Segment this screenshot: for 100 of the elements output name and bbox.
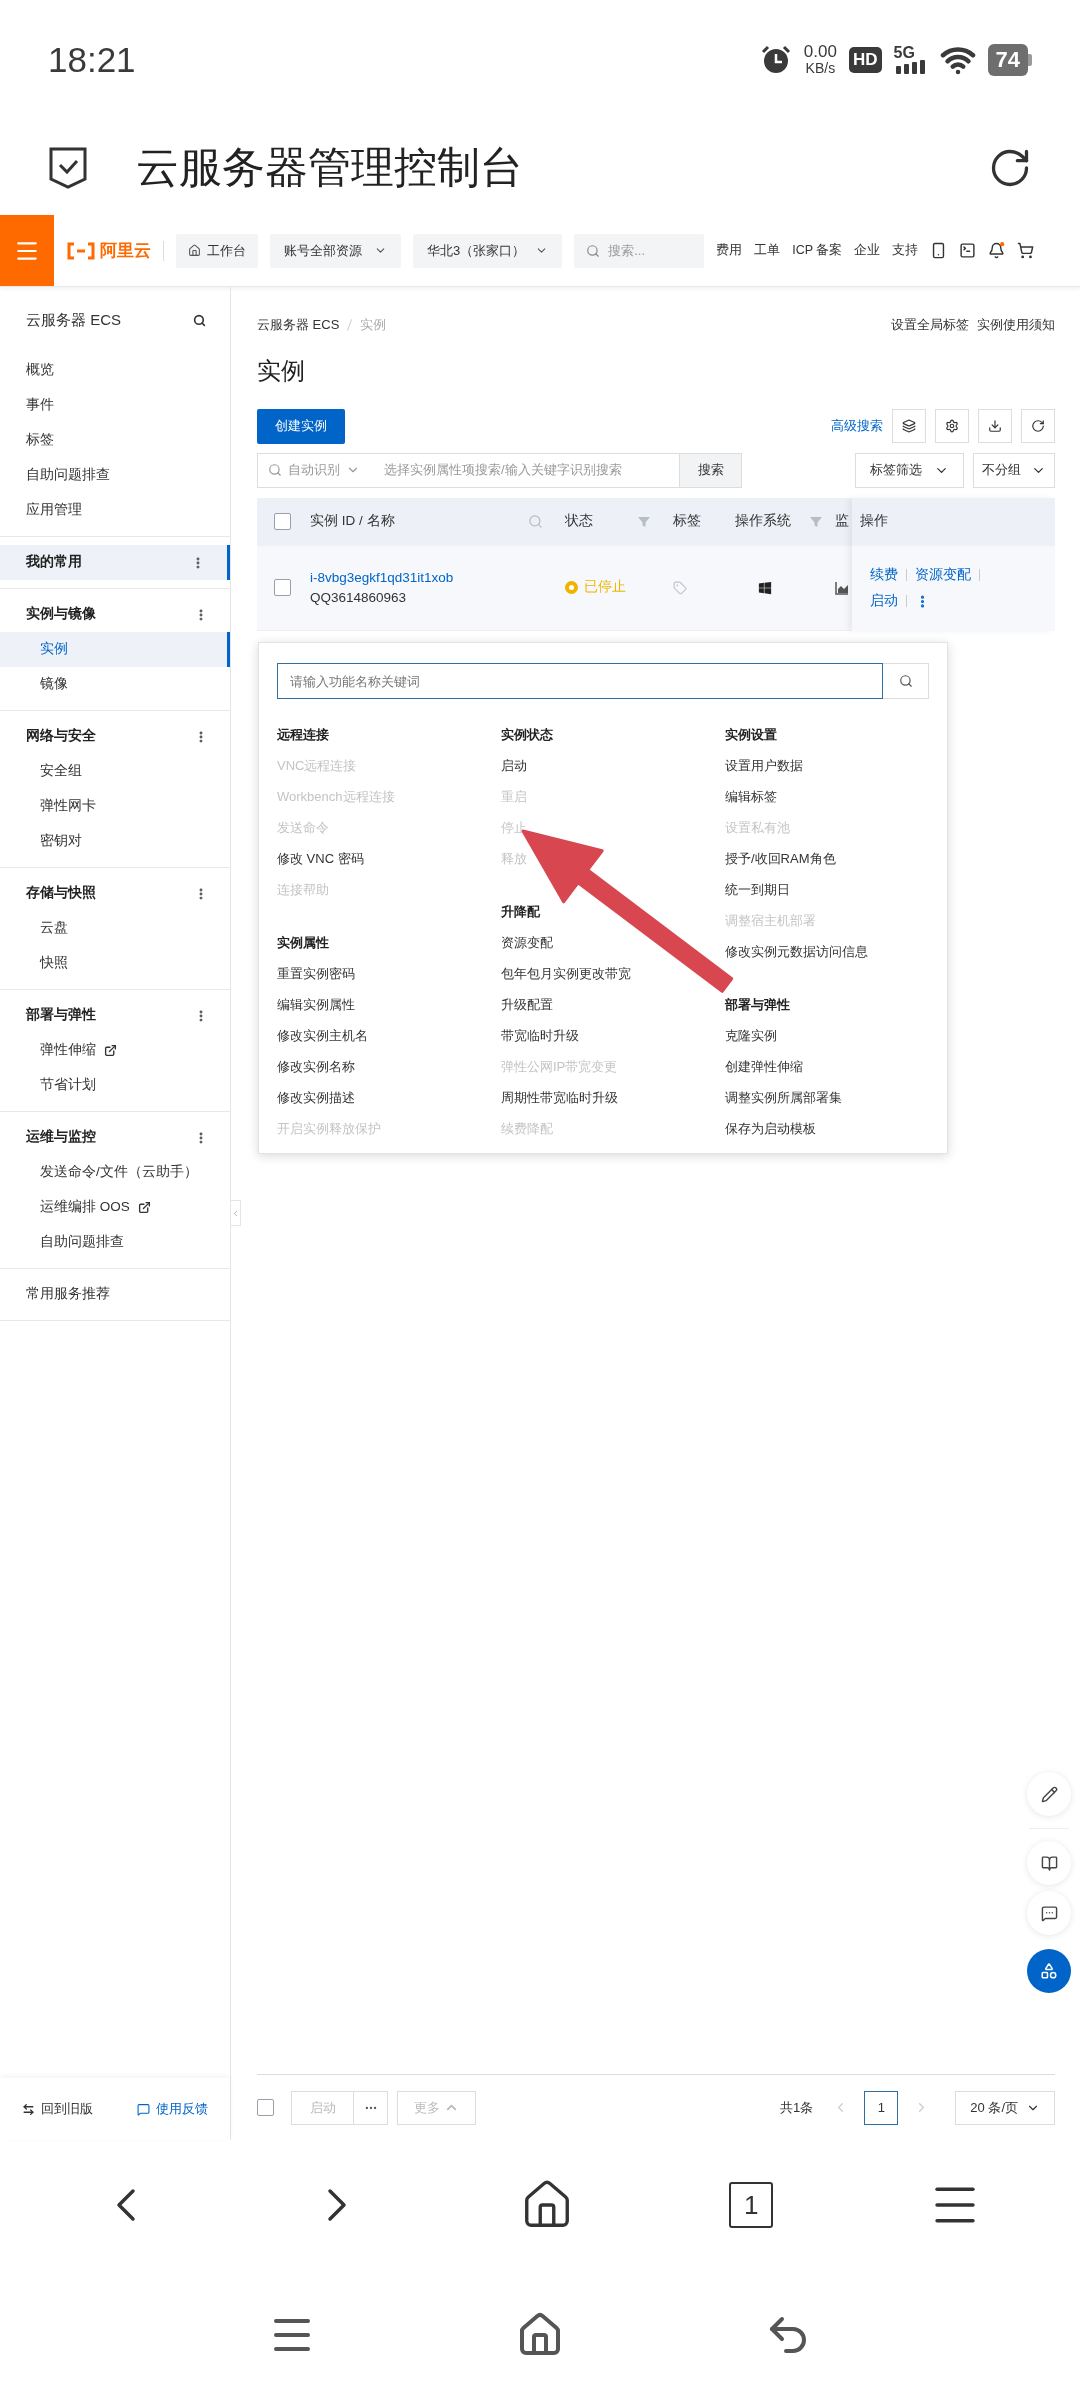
region-dropdown[interactable]: 华北3（张家口） — [413, 233, 563, 268]
search-icon[interactable] — [193, 313, 206, 327]
sidebar-item[interactable]: 云盘 — [0, 911, 230, 946]
menu-item[interactable]: 包年包月实例更改带宽 — [501, 963, 631, 984]
collapse-handle[interactable] — [231, 1200, 241, 1226]
menu-item[interactable]: 修改实例主机名 — [277, 1025, 368, 1046]
menu-item[interactable]: 升级配置 — [501, 994, 553, 1015]
sidebar-item[interactable]: 常用服务推荐 — [0, 1277, 230, 1312]
sidebar-group-header[interactable]: 部署与弹性 — [0, 998, 230, 1033]
feedback-link[interactable]: 使用反馈 — [137, 2099, 208, 2119]
sidebar-group-header[interactable]: 我的常用 — [0, 545, 230, 580]
start-link[interactable]: 启动 — [870, 591, 898, 612]
home-icon — [188, 244, 201, 257]
menu-item[interactable]: 资源变配 — [501, 932, 553, 953]
settings-button[interactable] — [935, 409, 969, 443]
sidebar-group-header[interactable]: 存储与快照 — [0, 876, 230, 911]
sidebar-item[interactable]: 概览 — [0, 353, 230, 388]
sidebar-item[interactable]: 实例 — [0, 632, 230, 667]
sidebar-item[interactable]: 应用管理 — [0, 493, 230, 528]
header-link[interactable]: 设置全局标签 — [891, 315, 969, 335]
column-header: 实例 ID / 名称 — [310, 512, 395, 531]
sidebar-item[interactable]: 运维编排 OOS — [0, 1190, 230, 1225]
terminal-icon[interactable] — [959, 242, 977, 259]
create-instance-button[interactable]: 创建实例 — [257, 408, 345, 444]
grouping-dropdown[interactable]: 不分组 — [973, 452, 1055, 488]
page-size-dropdown[interactable]: 20 条/页 — [955, 2090, 1055, 2125]
menu-item[interactable]: 克隆实例 — [725, 1025, 777, 1046]
old-version-link[interactable]: 回到旧版 — [22, 2099, 93, 2119]
workbench-button[interactable]: 工作台 — [176, 233, 258, 268]
guide-button[interactable] — [1027, 1841, 1071, 1885]
checkbox[interactable] — [257, 2099, 274, 2116]
menu-item[interactable]: 编辑标签 — [725, 786, 777, 807]
menu-section-heading: 升降配 — [501, 902, 540, 921]
menu-item[interactable]: 修改实例元数据访问信息 — [725, 941, 868, 962]
nav-link[interactable]: ICP 备案 — [792, 241, 843, 260]
nav-link[interactable]: 工单 — [754, 241, 781, 260]
refresh-button[interactable] — [1021, 409, 1055, 443]
instance-search-field[interactable]: 选择实例属性项搜索/输入关键字识别搜索 — [384, 460, 669, 480]
page-button[interactable]: 1 — [864, 2090, 899, 2125]
sidebar-item[interactable]: 安全组 — [0, 754, 230, 789]
renew-link[interactable]: 续费 — [870, 564, 898, 585]
search-field[interactable]: 搜索... — [608, 240, 689, 261]
notification-icon[interactable] — [988, 242, 1006, 259]
menu-item[interactable]: 修改 VNC 密码 — [277, 848, 364, 869]
advanced-search-link[interactable]: 高级搜索 — [831, 416, 883, 436]
swap-icon — [22, 2102, 35, 2116]
sidebar-item[interactable]: 弹性网卡 — [0, 789, 230, 824]
page-title: 云服务器管理控制台 — [136, 142, 523, 194]
checkbox[interactable] — [274, 579, 291, 596]
chevron-left-icon — [231, 1208, 240, 1218]
search-icon — [898, 674, 913, 688]
resize-link[interactable]: 资源变配 — [915, 564, 971, 585]
sidebar-group-header[interactable]: 实例与镜像 — [0, 597, 230, 632]
sidebar-item[interactable]: 节省计划 — [0, 1068, 230, 1103]
nav-link[interactable]: 支持 — [892, 241, 919, 260]
breadcrumb-link[interactable]: 云服务器 ECS — [257, 315, 340, 335]
menu-item[interactable]: 设置用户数据 — [725, 755, 803, 776]
menu-item[interactable]: 修改实例名称 — [277, 1056, 355, 1077]
search-button[interactable]: 搜索 — [680, 452, 742, 488]
sidebar-item[interactable]: 事件 — [0, 388, 230, 423]
layers-button[interactable] — [892, 409, 926, 443]
nav-link[interactable]: 费用 — [716, 241, 743, 260]
cart-icon[interactable] — [1017, 242, 1035, 259]
sidebar-item[interactable]: 标签 — [0, 423, 230, 458]
chart-icon[interactable] — [835, 580, 849, 595]
download-icon — [988, 419, 1002, 433]
resource-dropdown[interactable]: 账号全部资源 — [270, 233, 401, 268]
menu-item[interactable]: 重置实例密码 — [277, 963, 355, 984]
sidebar-item[interactable]: 弹性伸缩 — [0, 1033, 230, 1068]
menu-item[interactable]: 周期性带宽临时升级 — [501, 1087, 618, 1108]
menu-item[interactable]: 创建弹性伸缩 — [725, 1056, 803, 1077]
tabs-button[interactable]: 1 — [729, 2182, 774, 2228]
menu-item[interactable]: 授予/收回RAM角色 — [725, 848, 836, 869]
column-header: 标签 — [673, 512, 701, 531]
menu-item[interactable]: 调整实例所属部署集 — [725, 1087, 842, 1108]
menu-item[interactable]: 统一到期日 — [725, 879, 790, 900]
sidebar-item[interactable]: 镜像 — [0, 667, 230, 702]
sidebar-item[interactable]: 密钥对 — [0, 824, 230, 859]
apps-button[interactable] — [1027, 1949, 1071, 1993]
chat-button[interactable] — [1027, 1891, 1071, 1935]
sidebar-item[interactable]: 快照 — [0, 946, 230, 981]
sidebar-item[interactable]: 自助问题排查 — [0, 1225, 230, 1260]
download-button[interactable] — [978, 409, 1012, 443]
search-bar[interactable]: 搜索... — [574, 233, 705, 268]
menu-item[interactable]: 编辑实例属性 — [277, 994, 355, 1015]
menu-item[interactable]: 启动 — [501, 755, 527, 776]
tag-filter-dropdown[interactable]: 标签筛选 — [855, 452, 964, 488]
sidebar-item[interactable]: 发送命令/文件（云助手） — [0, 1155, 230, 1190]
function-search-field[interactable]: 请输入功能名称关键词 — [277, 663, 883, 699]
instance-id-link[interactable]: i-8vbg3egkf1qd31it1xob — [310, 567, 555, 588]
checkbox[interactable] — [274, 513, 291, 530]
nav-link[interactable]: 企业 — [854, 241, 881, 260]
menu-item[interactable]: 修改实例描述 — [277, 1087, 355, 1108]
edit-button[interactable] — [1027, 1772, 1071, 1816]
sidebar-group-header[interactable]: 网络与安全 — [0, 719, 230, 754]
menu-item[interactable]: 带宽临时升级 — [501, 1025, 579, 1046]
header-link[interactable]: 实例使用须知 — [977, 315, 1055, 335]
sidebar-group-header[interactable]: 运维与监控 — [0, 1120, 230, 1155]
menu-item[interactable]: 保存为启动模板 — [725, 1118, 816, 1139]
sidebar-item[interactable]: 自助问题排查 — [0, 458, 230, 493]
